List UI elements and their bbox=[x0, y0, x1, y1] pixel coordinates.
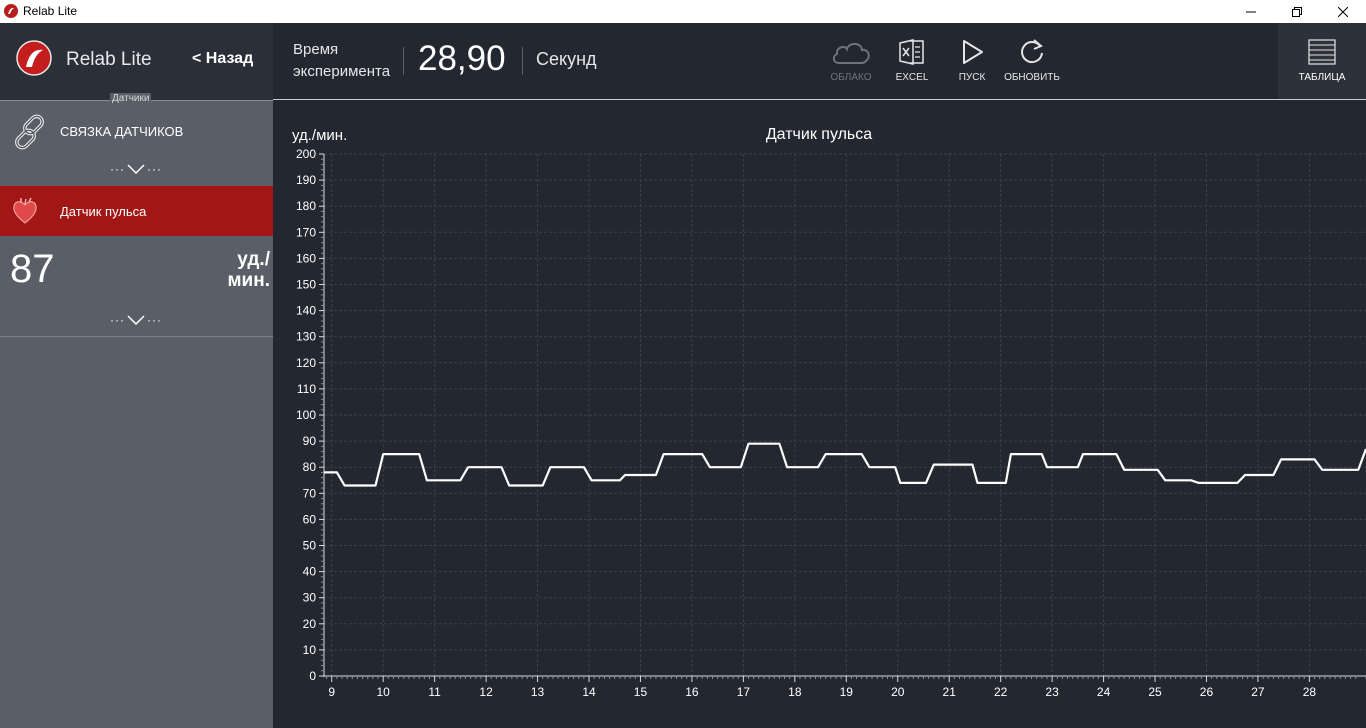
sensor-unit: уд./ мин. bbox=[228, 249, 271, 291]
sidebar: Relab Lite < Назад Датчики СВЯЗКА ДАТЧИК… bbox=[0, 23, 273, 728]
y-tick-label: 60 bbox=[303, 512, 317, 526]
refresh-icon bbox=[1021, 39, 1043, 64]
x-tick-label: 20 bbox=[891, 685, 905, 699]
divider bbox=[522, 47, 523, 75]
x-tick-label: 23 bbox=[1045, 685, 1059, 699]
chevron-down-icon bbox=[127, 164, 145, 174]
cloud-button-label: ОБЛАКО bbox=[830, 72, 872, 83]
x-tick-label: 9 bbox=[328, 685, 335, 699]
relab-logo-icon bbox=[4, 4, 18, 18]
y-tick-label: 50 bbox=[303, 539, 317, 553]
chart-title: Датчик пульса bbox=[766, 126, 872, 143]
x-tick-label: 18 bbox=[788, 685, 802, 699]
y-axis-label: уд./мин. bbox=[292, 127, 347, 144]
section-label: Датчики bbox=[110, 93, 152, 104]
y-tick-label: 100 bbox=[296, 408, 316, 422]
y-tick-label: 80 bbox=[303, 460, 317, 474]
y-tick-label: 130 bbox=[296, 330, 316, 344]
chain-link-icon bbox=[15, 114, 44, 150]
x-tick-label: 11 bbox=[428, 685, 441, 699]
y-tick-label: 10 bbox=[303, 643, 317, 657]
sidebar-item-sensor-link[interactable]: СВЯЗКА ДАТЧИКОВ ··· ··· bbox=[0, 110, 273, 188]
experiment-time-label: Время эксперимента bbox=[293, 39, 390, 83]
top-toolbar: Время эксперимента 28,90 Секунд ОБЛАКО E… bbox=[273, 23, 1366, 100]
window-title: Relab Lite bbox=[23, 4, 78, 18]
sidebar-header: Relab Lite < Назад bbox=[0, 23, 273, 100]
time-label-line2: эксперимента bbox=[293, 63, 391, 80]
sensor-unit-line2: мин. bbox=[227, 270, 271, 291]
sensor-label: Датчик пульса bbox=[60, 204, 147, 219]
table-icon bbox=[1308, 39, 1336, 65]
x-tick-label: 28 bbox=[1303, 685, 1317, 699]
y-tick-label: 170 bbox=[296, 225, 316, 239]
x-tick-label: 16 bbox=[685, 685, 699, 699]
expand-sensor-button[interactable]: ··· ··· bbox=[110, 313, 162, 327]
table-button-label: ТАБЛИЦА bbox=[1298, 72, 1346, 83]
x-tick-label: 19 bbox=[840, 685, 854, 699]
y-tick-label: 200 bbox=[296, 147, 316, 161]
table-button[interactable]: ТАБЛИЦА bbox=[1278, 23, 1366, 99]
x-tick-label: 17 bbox=[737, 685, 751, 699]
heart-icon bbox=[13, 197, 37, 224]
x-tick-label: 13 bbox=[531, 685, 545, 699]
pulse-series-line bbox=[324, 442, 1366, 487]
play-icon bbox=[963, 40, 983, 64]
x-tick-label: 24 bbox=[1097, 685, 1111, 699]
y-tick-label: 190 bbox=[296, 173, 316, 187]
experiment-time-unit: Секунд bbox=[536, 49, 597, 69]
y-tick-label: 20 bbox=[303, 617, 317, 631]
y-tick-label: 90 bbox=[303, 434, 317, 448]
sidebar-item-pulse-sensor[interactable]: Датчик пульса bbox=[0, 186, 273, 236]
sidebar-item-label: СВЯЗКА ДАТЧИКОВ bbox=[60, 124, 184, 139]
y-tick-label: 110 bbox=[297, 382, 316, 396]
expander-dots: ··· bbox=[110, 313, 125, 327]
excel-icon bbox=[899, 39, 924, 65]
minimize-icon[interactable] bbox=[1228, 0, 1274, 23]
app-name: Relab Lite bbox=[66, 49, 152, 70]
experiment-time-value: 28,90 bbox=[418, 39, 506, 78]
x-tick-label: 10 bbox=[376, 685, 390, 699]
x-tick-label: 22 bbox=[994, 685, 1008, 699]
expander-dots: ··· bbox=[147, 313, 162, 327]
x-tick-label: 27 bbox=[1251, 685, 1265, 699]
refresh-button-label: ОБНОВИТЬ bbox=[1004, 72, 1060, 83]
x-tick-label: 21 bbox=[943, 685, 957, 699]
cloud-icon bbox=[832, 42, 870, 64]
y-tick-label: 150 bbox=[296, 278, 316, 292]
x-tick-label: 15 bbox=[634, 685, 648, 699]
maximize-icon[interactable] bbox=[1274, 0, 1320, 23]
refresh-button[interactable]: ОБНОВИТЬ bbox=[997, 37, 1067, 89]
y-tick-label: 180 bbox=[296, 199, 316, 213]
y-tick-label: 0 bbox=[309, 669, 316, 683]
chart-area: 0 10 20 30 40 50 60 70 80 90 100 110 120 130 140 150 160… bbox=[273, 101, 1366, 728]
expander-dots: ··· bbox=[147, 162, 162, 176]
relab-logo-icon bbox=[16, 40, 52, 76]
sensor-unit-line1: уд./ bbox=[237, 249, 270, 270]
x-tick-label: 26 bbox=[1200, 685, 1214, 699]
y-tick-label: 140 bbox=[296, 304, 316, 318]
sensor-value: 87 bbox=[10, 247, 55, 291]
cloud-button[interactable]: ОБЛАКО bbox=[816, 37, 886, 89]
back-button[interactable]: < Назад bbox=[192, 50, 253, 68]
chevron-down-icon bbox=[127, 315, 145, 325]
divider bbox=[403, 47, 404, 75]
x-tick-label: 14 bbox=[582, 685, 596, 699]
pulse-chart: 0 10 20 30 40 50 60 70 80 90 100 110 120 130 140 150 160… bbox=[292, 126, 1366, 699]
window-titlebar: Relab Lite bbox=[0, 0, 1366, 23]
x-tick-label: 25 bbox=[1148, 685, 1162, 699]
sidebar-divider bbox=[0, 336, 273, 337]
y-tick-label: 30 bbox=[303, 591, 317, 605]
y-tick-label: 120 bbox=[296, 356, 316, 370]
expander-dots: ··· bbox=[110, 162, 125, 176]
time-label-line1: Время bbox=[293, 41, 339, 58]
y-tick-label: 40 bbox=[303, 565, 317, 579]
y-tick-label: 160 bbox=[296, 251, 316, 265]
x-tick-label: 12 bbox=[479, 685, 493, 699]
expand-link-button[interactable]: ··· ··· bbox=[110, 162, 162, 176]
close-icon[interactable] bbox=[1320, 0, 1366, 23]
y-tick-label: 70 bbox=[303, 486, 317, 500]
